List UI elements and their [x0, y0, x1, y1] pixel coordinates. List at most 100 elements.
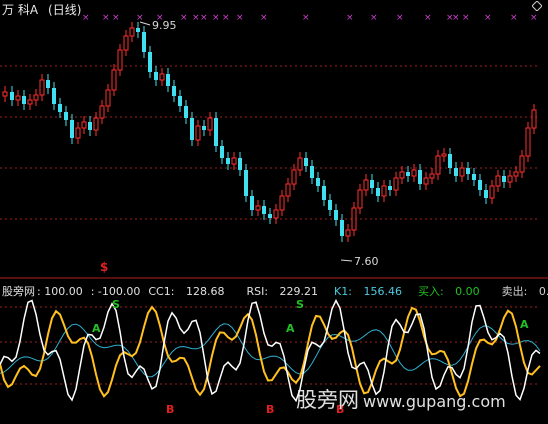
candle [363, 174, 369, 196]
candle [489, 180, 495, 204]
candle [46, 74, 50, 94]
stock-name: 万 科A [2, 3, 39, 17]
candle [334, 204, 338, 226]
a-signal-3: A [520, 318, 529, 331]
candle [429, 168, 435, 184]
candle [279, 190, 285, 216]
period-label: (日线) [48, 3, 82, 17]
high-price-label: 9.95 [152, 19, 177, 32]
candle [33, 89, 39, 106]
indicator-name: 股旁网 [2, 285, 35, 298]
candle [316, 172, 320, 192]
candle [142, 26, 146, 58]
candle [495, 170, 501, 192]
candle [328, 194, 332, 216]
x-marker: × [370, 13, 378, 23]
candle [15, 90, 21, 106]
chart-title: 万 科A (日线) [2, 1, 81, 18]
candlestick-series [2, 22, 537, 242]
x-marker: × [236, 13, 244, 23]
candle [64, 106, 68, 126]
candle [111, 64, 117, 96]
candle [58, 98, 62, 118]
candle [376, 182, 380, 202]
x-marker: × [510, 13, 518, 23]
low-arrow [340, 259, 353, 262]
x-marker: × [212, 13, 220, 23]
watermark-url: www.gupang.com [363, 392, 506, 411]
candle [172, 80, 176, 102]
candle [117, 44, 123, 76]
b-signal-2: B [266, 403, 275, 416]
indicator-header: 股旁网: 100.00: -100.00 CC1: 128.68 RSI: 229.… [2, 283, 548, 299]
candle [507, 170, 513, 188]
candle [435, 150, 441, 180]
candle [255, 200, 261, 216]
candle [99, 100, 105, 124]
indicator-v1: : 100.00 [37, 285, 83, 298]
x-marker: × [424, 13, 432, 23]
upper-dollar-signal: $ [100, 260, 109, 274]
candle [310, 160, 314, 184]
candle [10, 86, 14, 106]
candle [370, 174, 374, 194]
candle [226, 152, 230, 170]
candle [357, 184, 363, 214]
candle [393, 172, 399, 196]
candle [159, 68, 165, 86]
candle [262, 200, 266, 220]
candle [214, 112, 218, 152]
candle [381, 180, 387, 202]
candle [250, 190, 254, 216]
candle [340, 214, 344, 242]
candle [454, 162, 458, 182]
candle [411, 164, 417, 182]
candle [448, 148, 452, 174]
candle [184, 100, 188, 124]
x-marker: × [452, 13, 460, 23]
x-marker: × [136, 13, 144, 23]
x-marker: × [222, 13, 230, 23]
x-marker: × [180, 13, 188, 23]
candle [195, 120, 201, 146]
k1-value: 156.46 [363, 285, 402, 298]
chart-canvas: × × × × × × × × × × × × × × × × × ×× × × × × [0, 13, 548, 403]
candle [39, 74, 45, 101]
candle [345, 224, 351, 242]
candle [484, 184, 488, 204]
diamond-icon[interactable] [532, 1, 542, 11]
x-marker: × [82, 13, 90, 23]
x-marker: × [260, 13, 268, 23]
s-signal-2: S [296, 298, 304, 311]
x-marker: × [302, 13, 310, 23]
candle [322, 180, 326, 206]
x-marker: × [396, 13, 404, 23]
candle [388, 180, 392, 196]
candle [220, 140, 224, 164]
candle [304, 152, 308, 172]
candle [297, 152, 303, 176]
b-signal-1: B [166, 403, 175, 416]
candle [75, 122, 81, 144]
candle [154, 66, 158, 86]
k1-line [0, 323, 541, 378]
high-arrow [139, 21, 151, 26]
candle [502, 170, 506, 188]
rsi-value: 229.21 [279, 285, 319, 298]
s-signal-1: S [112, 298, 120, 311]
a-signal-1: A [92, 322, 101, 335]
rsi-line [0, 305, 541, 398]
buy-value: 0.00 [455, 285, 480, 298]
x-marker: × [200, 13, 208, 23]
candle [22, 90, 26, 110]
candle [519, 150, 525, 178]
candle [105, 84, 111, 112]
x-marker: × [192, 13, 200, 23]
candle [244, 164, 248, 202]
candle [123, 30, 129, 56]
candle [441, 148, 447, 162]
x-marker: × [346, 13, 354, 23]
x-marker: × [102, 13, 110, 23]
candle [478, 174, 482, 196]
candle [466, 162, 470, 180]
